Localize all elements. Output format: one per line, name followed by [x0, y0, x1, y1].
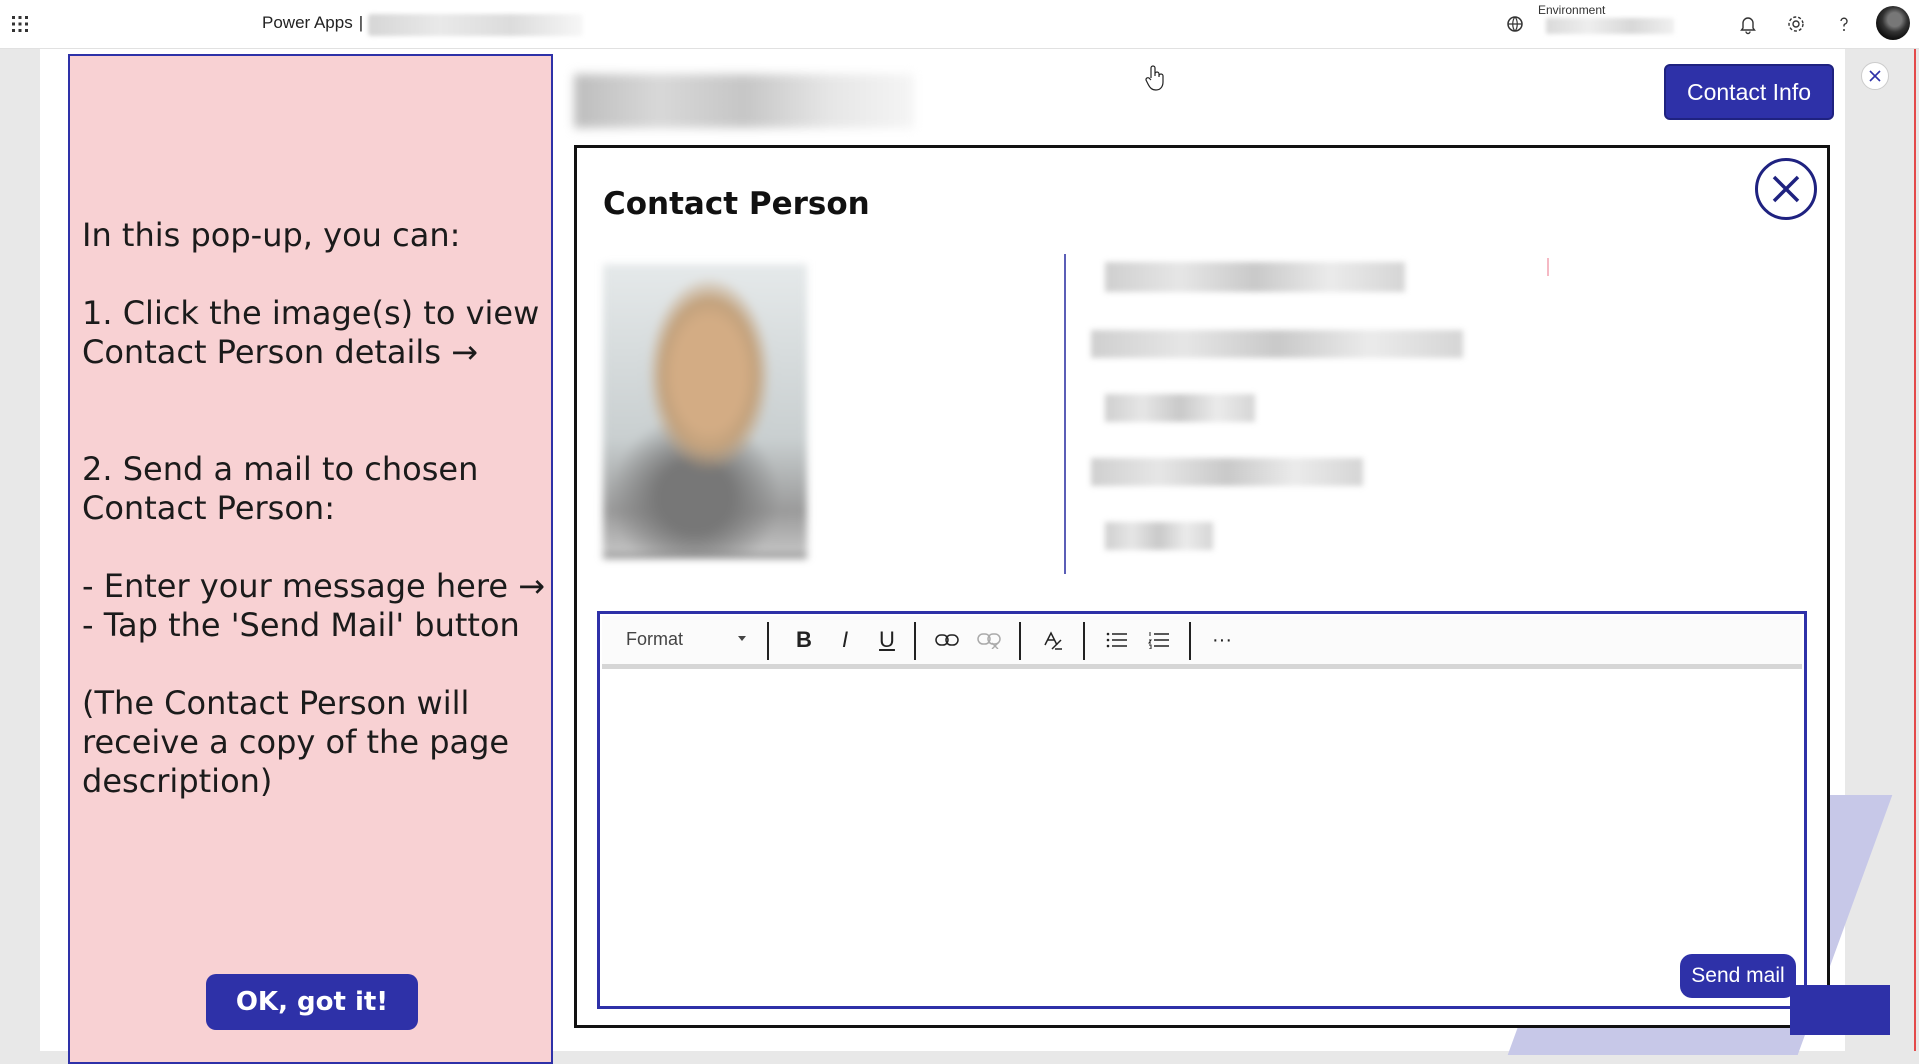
page-title-redacted: [574, 74, 914, 128]
bullet-list-icon: [1106, 632, 1127, 648]
contact-photo[interactable]: [603, 264, 807, 558]
numbered-list-button[interactable]: [1144, 625, 1174, 655]
italic-button[interactable]: I: [830, 625, 860, 655]
contact-info-button[interactable]: Contact Info: [1664, 64, 1834, 120]
send-mail-button[interactable]: Send mail: [1680, 954, 1796, 998]
format-dropdown[interactable]: Format: [626, 629, 683, 650]
clear-format-button[interactable]: [1037, 625, 1067, 655]
popup-title: Contact Person: [603, 186, 870, 222]
bell-icon[interactable]: [1737, 13, 1759, 35]
app-name-redacted: [368, 14, 583, 36]
chevron-down-icon[interactable]: [738, 636, 746, 641]
unlink-button[interactable]: [974, 625, 1004, 655]
bullet-list-button[interactable]: [1102, 625, 1132, 655]
contact-popup: Contact Person Format B I U ··· Send mai…: [574, 145, 1830, 1028]
top-bar: Power Apps | Environment: [0, 0, 1919, 49]
close-icon: [1869, 70, 1881, 82]
help-panel: In this pop-up, you can: 1. Click the im…: [68, 54, 553, 1064]
underline-button[interactable]: U: [872, 625, 902, 655]
bold-button[interactable]: B: [789, 625, 819, 655]
divider: [1064, 254, 1066, 574]
brand-name: Power Apps: [262, 13, 353, 32]
canvas-edge: [1914, 49, 1916, 1051]
contact-location-redacted: [1105, 522, 1213, 550]
link-icon: [935, 634, 959, 646]
toolbar-separator: [914, 622, 916, 660]
decorative-block: [1790, 985, 1890, 1035]
environment-icon[interactable]: [1505, 14, 1525, 34]
toolbar-separator: [1019, 622, 1021, 660]
gear-icon[interactable]: [1785, 13, 1807, 35]
brand-separator: |: [358, 13, 364, 32]
marker: [1547, 258, 1549, 276]
environment-label: Environment: [1538, 3, 1606, 17]
close-icon: [1772, 175, 1800, 203]
more-options-button[interactable]: ···: [1207, 625, 1237, 655]
contact-name-redacted: [1105, 262, 1405, 292]
editor-toolbar: Format B I U ···: [602, 616, 1802, 669]
toolbar-separator: [767, 622, 769, 660]
environment-name-redacted[interactable]: [1546, 18, 1674, 34]
clear-format-icon: [1044, 631, 1062, 650]
app-brand[interactable]: Power Apps |: [262, 13, 367, 33]
user-avatar[interactable]: [1876, 6, 1910, 40]
toolbar-separator: [1083, 622, 1085, 660]
toolbar-separator: [1189, 622, 1191, 660]
ok-got-it-button[interactable]: OK, got it!: [206, 974, 418, 1030]
help-icon[interactable]: [1833, 13, 1855, 35]
close-app-button[interactable]: [1861, 62, 1889, 90]
numbered-list-icon: [1148, 632, 1169, 649]
contact-phone-redacted: [1105, 394, 1255, 422]
message-editor[interactable]: Format B I U ··· Send mail: [597, 611, 1807, 1009]
contact-role-redacted: [1091, 458, 1363, 486]
waffle-icon[interactable]: [10, 14, 30, 34]
link-button[interactable]: [932, 625, 962, 655]
hand-cursor-icon: [1145, 65, 1164, 91]
popup-close-button[interactable]: [1755, 158, 1817, 220]
contact-email-redacted: [1091, 330, 1463, 358]
help-instructions: In this pop-up, you can: 1. Click the im…: [82, 216, 545, 800]
unlink-icon: [977, 633, 1001, 649]
